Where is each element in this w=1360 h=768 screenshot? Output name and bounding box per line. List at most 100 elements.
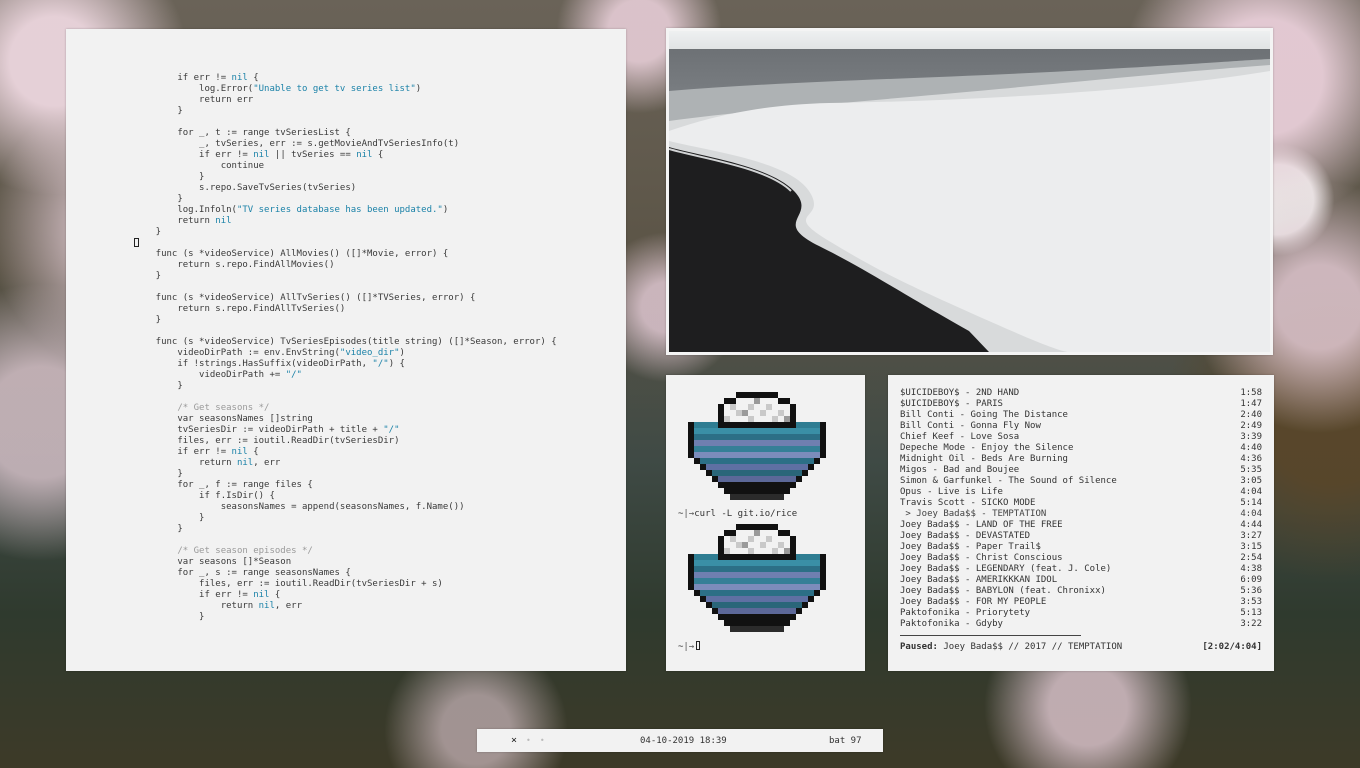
code-line: var seasonsNames []string xyxy=(134,414,626,425)
code-line: } xyxy=(134,612,626,623)
code-line: } xyxy=(134,227,626,238)
track-duration: 2:40 xyxy=(1240,410,1262,420)
code-token: } xyxy=(134,271,162,281)
code-token: , err xyxy=(274,601,302,611)
code-line: for _, f := range files { xyxy=(134,480,626,491)
code-line: } xyxy=(134,513,626,524)
track-duration: 5:13 xyxy=(1240,608,1262,618)
playlist-track[interactable]: Bill Conti - Gonna Fly Now 2:49 xyxy=(900,421,1262,432)
playlist-track[interactable]: Simon & Garfunkel - The Sound of Silence… xyxy=(900,476,1262,487)
playlist-track[interactable]: Depeche Mode - Enjoy the Silence 4:40 xyxy=(900,443,1262,454)
code-token: { xyxy=(372,150,384,160)
code-token: _, tvSeries, err := s.getMovieAndTvSerie… xyxy=(134,139,460,149)
playlist-track[interactable]: Joey Bada$$ - LEGENDARY (feat. J. Cole) 4… xyxy=(900,564,1262,575)
track-title: Midnight Oil - Beds Are Burning xyxy=(900,454,1068,464)
code-token: } xyxy=(134,106,183,116)
code-token: } xyxy=(134,172,205,182)
code-line: videoDirPath := env.EnvString("video_dir… xyxy=(134,348,626,359)
track-title: Joey Bada$$ - Paper Trail$ xyxy=(900,542,1041,552)
status-bar: × • • 04-10-2019 18:39 bat 97 xyxy=(477,729,883,752)
playlist-track[interactable]: > Joey Bada$$ - TEMPTATION 4:04 xyxy=(900,509,1262,520)
code-line: func (s *videoService) TvSeriesEpisodes(… xyxy=(134,337,626,348)
playlist-track[interactable]: Paktofonika - Priorytety 5:13 xyxy=(900,608,1262,619)
playlist[interactable]: $UICIDEBOY$ - 2ND HAND 1:58 $UICIDEBOY$ - … xyxy=(900,388,1262,630)
playlist-track[interactable]: Opus - Live is Life 4:04 xyxy=(900,487,1262,498)
code-line: } xyxy=(134,469,626,480)
track-title: Joey Bada$$ - FOR MY PEOPLE xyxy=(900,597,1047,607)
code-token: return xyxy=(134,458,237,468)
terminal-input-line[interactable]: ~|→ xyxy=(678,641,701,652)
code-token: } xyxy=(134,381,183,391)
status-label: Paused: xyxy=(900,642,938,652)
code-token: return err xyxy=(134,95,254,105)
playlist-track[interactable]: Travis Scott - SICKO MODE 5:14 xyxy=(900,498,1262,509)
playlist-track[interactable]: Chief Keef - Love Sosa 3:39 xyxy=(900,432,1262,443)
playlist-track[interactable]: Midnight Oil - Beds Are Burning 4:36 xyxy=(900,454,1262,465)
playlist-track[interactable]: Joey Bada$$ - Christ Conscious 2:54 xyxy=(900,553,1262,564)
code-token: "Unable to get tv series list" xyxy=(253,84,416,94)
code-line: func (s *videoService) AllMovies() ([]*M… xyxy=(134,249,626,260)
code-line: return nil xyxy=(134,216,626,227)
track-duration: 4:04 xyxy=(1240,487,1262,497)
code-token: ) xyxy=(415,84,422,94)
track-title: Joey Bada$$ - LEGENDARY (feat. J. Cole) xyxy=(900,564,1112,574)
track-duration: 3:05 xyxy=(1240,476,1262,486)
code-token: ) xyxy=(399,348,405,358)
code-token: return s.repo.FindAllMovies() xyxy=(134,260,335,270)
workspace-active[interactable]: × xyxy=(511,735,517,746)
track-title: Chief Keef - Love Sosa xyxy=(900,432,1020,442)
playlist-track[interactable]: Joey Bada$$ - LAND OF THE FREE 4:44 xyxy=(900,520,1262,531)
code-line: if !strings.HasSuffix(videoDirPath, "/")… xyxy=(134,359,626,370)
track-title: Joey Bada$$ - BABYLON (feat. Chronixx) xyxy=(900,586,1106,596)
track-title: Simon & Garfunkel - The Sound of Silence xyxy=(900,476,1117,486)
code-line: } xyxy=(134,315,626,326)
code-editor-window[interactable]: if err != nil { log.Error("Unable to get… xyxy=(66,29,626,671)
code-token: for _, s := range seasonsNames { xyxy=(134,568,351,578)
code-line: } xyxy=(134,172,626,183)
code-token: files, err := ioutil.ReadDir(tvSeriesDir… xyxy=(134,436,400,446)
code-token: s.repo.SaveTvSeries(tvSeries) xyxy=(134,183,357,193)
code-line: seasonsNames = append(seasonsNames, f.Na… xyxy=(134,502,626,513)
workspace-inactive[interactable]: • xyxy=(540,736,545,745)
code-token: if f.IsDir() { xyxy=(134,491,275,501)
code-line: tvSeriesDir := videoDirPath + title + "/… xyxy=(134,425,626,436)
playlist-track[interactable]: Joey Bada$$ - BABYLON (feat. Chronixx) 5:… xyxy=(900,586,1262,597)
code-line: return s.repo.FindAllMovies() xyxy=(134,260,626,271)
code-line: if err != nil { xyxy=(134,590,626,601)
playlist-track[interactable]: $UICIDEBOY$ - 2ND HAND 1:58 xyxy=(900,388,1262,399)
music-player-window[interactable]: $UICIDEBOY$ - 2ND HAND 1:58 $UICIDEBOY$ - … xyxy=(888,375,1274,671)
code-line: log.Infoln("TV series database has been … xyxy=(134,205,626,216)
playlist-track[interactable]: Paktofonika - Gdyby 3:22 xyxy=(900,619,1262,630)
track-title: Opus - Live is Life xyxy=(900,487,1003,497)
code-token: "/" xyxy=(372,359,389,369)
playlist-track[interactable]: Joey Bada$$ - FOR MY PEOPLE 3:53 xyxy=(900,597,1262,608)
track-duration: 5:14 xyxy=(1240,498,1262,508)
code-token: /* Get season episodes */ xyxy=(134,546,313,556)
code-token: nil xyxy=(231,447,248,457)
playlist-track[interactable]: Bill Conti - Going The Distance 2:40 xyxy=(900,410,1262,421)
code-line: func (s *videoService) AllTvSeries() ([]… xyxy=(134,293,626,304)
playlist-track[interactable]: Joey Bada$$ - AMERIKKKAN IDOL 6:09 xyxy=(900,575,1262,586)
now-playing-text: Joey Bada$$ // 2017 // TEMPTATION xyxy=(943,642,1123,652)
code-token: } xyxy=(134,513,205,523)
track-title: Bill Conti - Going The Distance xyxy=(900,410,1068,420)
code-token: nil xyxy=(253,590,270,600)
playlist-track[interactable]: $UICIDEBOY$ - PARIS 1:47 xyxy=(900,399,1262,410)
playlist-track[interactable]: Joey Bada$$ - Paper Trail$ 3:15 xyxy=(900,542,1262,553)
terminal-window[interactable]: ~|→curl -L git.io/rice ~|→ xyxy=(666,375,865,671)
progress-bar[interactable] xyxy=(900,635,1262,636)
playlist-track[interactable]: Joey Bada$$ - DEVASTATED 3:27 xyxy=(900,531,1262,542)
code-token: return s.repo.FindAllTvSeries() xyxy=(134,304,346,314)
track-title: Migos - Bad and Boujee xyxy=(900,465,1020,475)
track-title: Depeche Mode - Enjoy the Silence xyxy=(900,443,1074,453)
image-viewer-window[interactable] xyxy=(666,28,1273,355)
workspace-inactive[interactable]: • xyxy=(526,736,531,745)
playlist-track[interactable]: Migos - Bad and Boujee 5:35 xyxy=(900,465,1262,476)
code-token: { xyxy=(247,447,259,457)
code-content[interactable]: if err != nil { log.Error("Unable to get… xyxy=(134,73,626,623)
code-token: var seasons []*Season xyxy=(134,557,292,567)
code-token: , err xyxy=(253,458,281,468)
